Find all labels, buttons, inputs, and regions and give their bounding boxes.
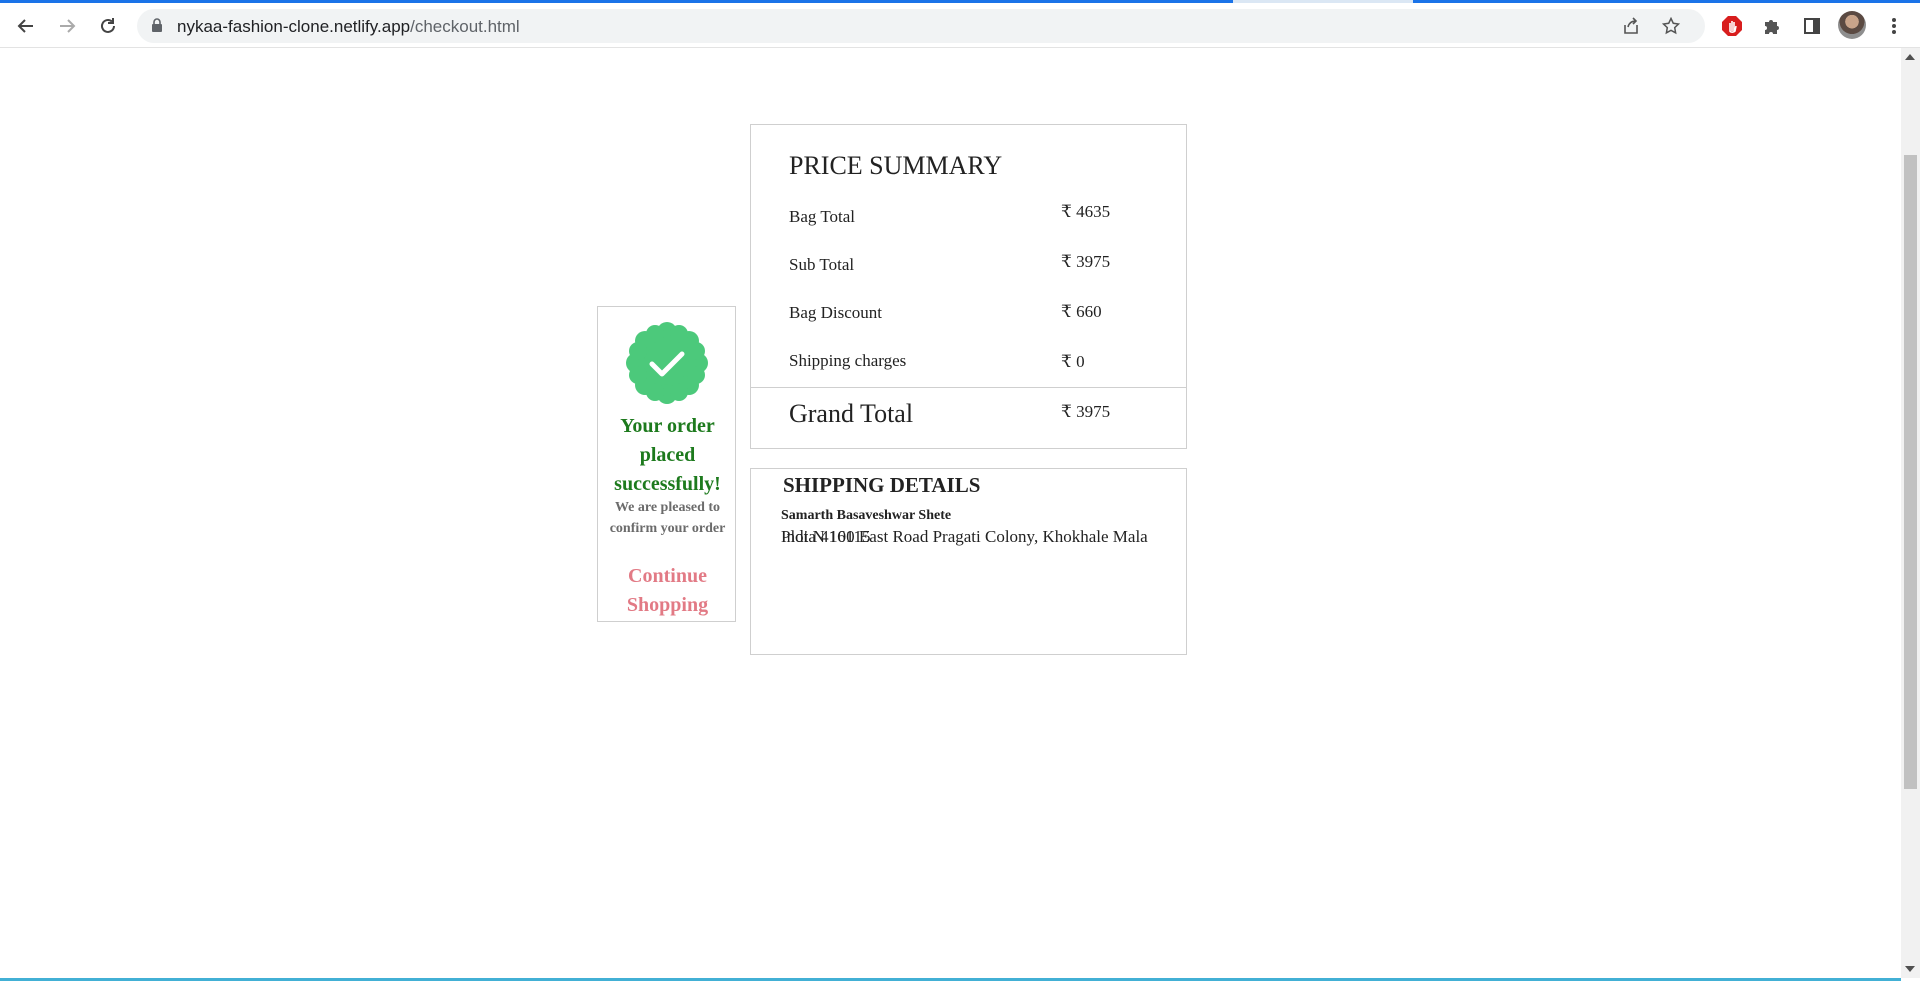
side-panel-icon[interactable] <box>1798 12 1826 40</box>
bag-total-label: Bag Total <box>789 207 856 226</box>
continue-shopping-link[interactable]: Continue Shopping <box>598 562 737 620</box>
browser-toolbar: nykaa-fashion-clone.netlify.app/checkout… <box>0 3 1920 48</box>
bag-discount-value: ₹ 660 <box>1061 302 1102 321</box>
share-icon[interactable] <box>1617 12 1645 40</box>
verified-badge-icon <box>626 322 708 409</box>
reload-icon[interactable] <box>94 12 122 40</box>
kebab-menu-icon[interactable] <box>1880 12 1908 40</box>
profile-avatar[interactable] <box>1838 11 1866 39</box>
shipping-address-line2: India 416115 <box>781 527 871 546</box>
scroll-up-icon[interactable] <box>1905 54 1915 60</box>
order-success-card: Your order placed successfully! We are p… <box>597 306 736 622</box>
shipping-charges-label: Shipping charges <box>789 351 907 370</box>
arrow-left-icon[interactable] <box>12 12 40 40</box>
shipping-details-card: SHIPPING DETAILS Samarth Basaveshwar She… <box>750 468 1187 655</box>
sub-total-value: ₹ 3975 <box>1061 252 1111 271</box>
grand-total-value: ₹ 3975 <box>1061 402 1111 421</box>
address-bar[interactable]: nykaa-fashion-clone.netlify.app/checkout… <box>137 9 1705 43</box>
page-scrollbar[interactable] <box>1901 48 1920 978</box>
bag-discount-label: Bag Discount <box>789 303 883 322</box>
lock-icon <box>151 18 163 38</box>
shipping-details-title: SHIPPING DETAILS <box>783 473 981 497</box>
url-domain: nykaa-fashion-clone.netlify.app <box>177 17 411 36</box>
grand-total-label: Grand Total <box>789 399 914 428</box>
scroll-down-icon[interactable] <box>1905 966 1915 972</box>
price-summary-title: PRICE SUMMARY <box>789 151 1003 180</box>
order-success-title: Your order placed successfully! <box>614 415 721 495</box>
arrow-right-icon[interactable] <box>53 12 81 40</box>
puzzle-icon[interactable] <box>1758 12 1786 40</box>
url-text: nykaa-fashion-clone.netlify.app/checkout… <box>177 17 520 37</box>
shipping-name: Samarth Basaveshwar Shete <box>781 508 952 523</box>
star-icon[interactable] <box>1657 12 1685 40</box>
price-summary-card: PRICE SUMMARY Bag Total ₹ 4635 Sub Total… <box>750 124 1187 449</box>
url-path: /checkout.html <box>410 17 520 36</box>
order-success-subtitle: We are pleased to confirm your order <box>609 500 726 536</box>
shipping-charges-value: ₹ 0 <box>1061 352 1085 371</box>
summary-divider <box>751 387 1186 388</box>
sub-total-label: Sub Total <box>789 255 855 274</box>
bag-total-value: ₹ 4635 <box>1061 202 1111 221</box>
scroll-thumb[interactable] <box>1904 155 1917 789</box>
stop-hand-icon[interactable] <box>1718 12 1746 40</box>
